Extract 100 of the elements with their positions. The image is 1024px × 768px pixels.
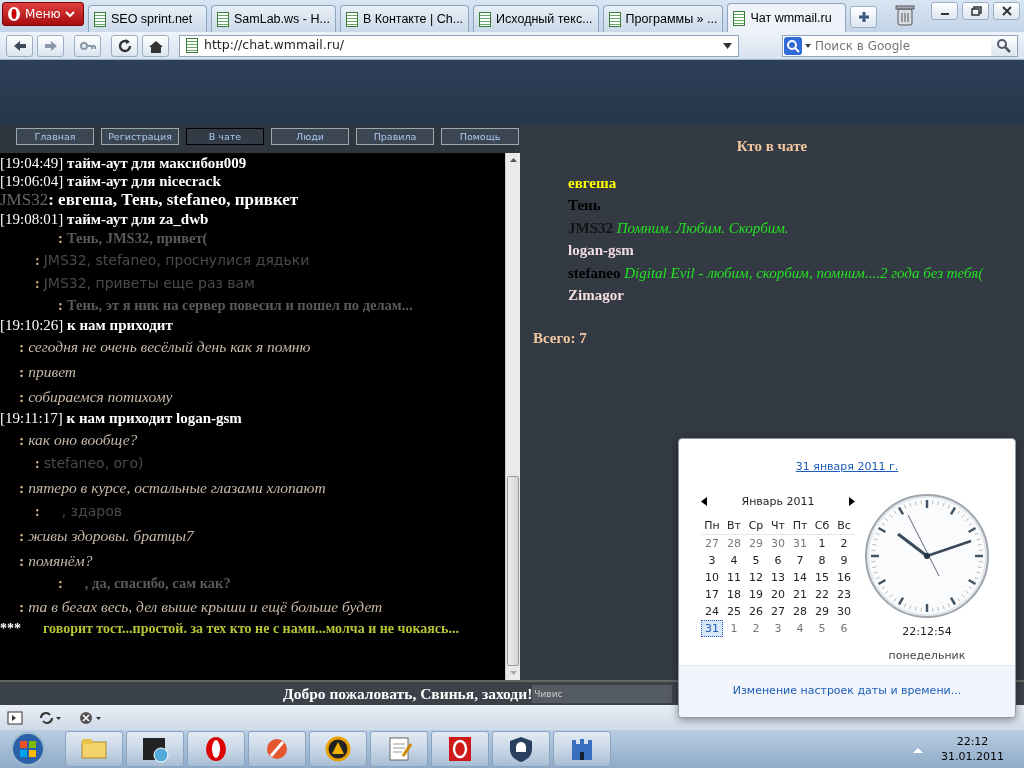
- search-icon[interactable]: [783, 35, 813, 56]
- restore-icon[interactable]: [962, 2, 989, 20]
- previous-month-icon[interactable]: [701, 495, 707, 509]
- calendar-day[interactable]: 10: [701, 569, 723, 586]
- calendar-day[interactable]: 31: [701, 620, 723, 637]
- calendar-day[interactable]: 26: [745, 603, 767, 620]
- user-entry[interactable]: евгеша: [568, 171, 1024, 194]
- minimize-icon[interactable]: [931, 2, 958, 20]
- weekday-label: Пн: [701, 518, 723, 535]
- calendar-day[interactable]: 27: [767, 603, 789, 620]
- calendar-day[interactable]: 30: [767, 535, 789, 552]
- calendar-day[interactable]: 18: [723, 586, 745, 603]
- browser-tab[interactable]: Чат wmmail.ru: [727, 3, 847, 32]
- calendar-day[interactable]: 14: [789, 569, 811, 586]
- search-button[interactable]: [991, 35, 1017, 56]
- calendar-day[interactable]: 9: [833, 552, 855, 569]
- calendar-day[interactable]: 22: [811, 586, 833, 603]
- calendar-day[interactable]: 31: [789, 535, 811, 552]
- calendar-day[interactable]: 3: [701, 552, 723, 569]
- page-icon: [608, 11, 621, 27]
- film-clock-icon[interactable]: [126, 731, 184, 767]
- clock-time: 22:12:54: [902, 623, 952, 640]
- chat-message: : JMS32, приветы еще раз вам: [34, 274, 256, 293]
- calendar-day[interactable]: 1: [811, 535, 833, 552]
- nav-button[interactable]: Правила: [356, 128, 434, 145]
- address-field[interactable]: http://chat.wmmail.ru/: [179, 34, 739, 57]
- calendar-day[interactable]: 7: [789, 552, 811, 569]
- calendar-day[interactable]: 8: [811, 552, 833, 569]
- chat-message: [19:08:01] тайм-аут для za_dwb: [0, 210, 210, 228]
- browser-tab[interactable]: SEO sprint.net: [88, 5, 207, 32]
- chat-message: : , да, спасибо, сам как?: [57, 574, 232, 593]
- page-icon: [733, 10, 746, 26]
- nav-button[interactable]: В чате: [186, 128, 264, 145]
- browser-tab[interactable]: В Контакте | Ch...: [339, 5, 470, 32]
- nav-button[interactable]: Регистрация: [101, 128, 179, 145]
- chat-message: : пятеро в курсе, остальные глазами хлопают: [18, 478, 327, 498]
- calendar-day[interactable]: 15: [811, 569, 833, 586]
- calendar-day[interactable]: 21: [789, 586, 811, 603]
- menu-button[interactable]: Меню: [2, 2, 84, 26]
- calendar-day[interactable]: 19: [745, 586, 767, 603]
- calendar-day[interactable]: 17: [701, 586, 723, 603]
- calendar-day[interactable]: 25: [723, 603, 745, 620]
- weekday-label: Чт: [767, 518, 789, 535]
- nav-button[interactable]: Помощь: [441, 128, 519, 145]
- calendar-day[interactable]: 30: [833, 603, 855, 620]
- browser-tab[interactable]: SamLab.ws - Н...: [211, 5, 336, 32]
- o-ring-icon[interactable]: [431, 731, 489, 767]
- user-entry[interactable]: stefaneo Digital Evil - любим, скорбим, помним....2 года без тебя(: [568, 261, 1024, 284]
- taskbar-clock[interactable]: 22:12 31.01.2011: [941, 734, 1004, 764]
- chat-message: *** говорит тост...простой. за тех кто не с нами...молча и не чокаясь...: [0, 620, 460, 638]
- calendar-day[interactable]: 3: [767, 620, 789, 637]
- user-entry[interactable]: logan-gsm: [568, 239, 1024, 262]
- calendar-day[interactable]: 24: [701, 603, 723, 620]
- browser-tab[interactable]: Программы » ...: [602, 5, 724, 32]
- home-icon[interactable]: [142, 34, 169, 57]
- trash-icon[interactable]: [895, 4, 916, 26]
- message-field[interactable]: Чивис: [532, 684, 673, 703]
- weekday-label: Вс: [833, 518, 855, 535]
- calendar-day[interactable]: 11: [723, 569, 745, 586]
- calendar-day[interactable]: 4: [723, 552, 745, 569]
- calendar-day[interactable]: 12: [745, 569, 767, 586]
- calendar-day[interactable]: 4: [789, 620, 811, 637]
- user-entry[interactable]: Zimagor: [568, 284, 1024, 307]
- castle-icon[interactable]: [553, 731, 611, 767]
- calendar-date-link[interactable]: 31 января 2011 г.: [679, 459, 1015, 476]
- calendar-day[interactable]: 28: [789, 603, 811, 620]
- reload-icon[interactable]: [111, 34, 138, 57]
- chat-message: [19:06:04] тайм-аут для nicecrack: [0, 172, 222, 190]
- calendar-day[interactable]: 5: [811, 620, 833, 637]
- chat-message: : привет: [18, 362, 78, 382]
- calendar-day[interactable]: 2: [833, 535, 855, 552]
- nav-button[interactable]: Главная: [16, 128, 94, 145]
- calendar-day[interactable]: 20: [767, 586, 789, 603]
- start-button[interactable]: [8, 731, 48, 767]
- calendar-day[interactable]: 27: [701, 535, 723, 552]
- browser-tab[interactable]: Исходный текс...: [473, 5, 599, 32]
- calendar-day[interactable]: 29: [811, 603, 833, 620]
- chat-message: : Тень, эт я ник на сервер повесил и пошел по делам...: [57, 296, 414, 315]
- new-tab-button[interactable]: [850, 6, 878, 28]
- chat-message: JMS32: евгеша, Тень, stefaneo, привкет: [0, 190, 300, 210]
- letter-o-icon[interactable]: [187, 731, 245, 767]
- calendar-day[interactable]: 13: [767, 569, 789, 586]
- calendar-day[interactable]: 6: [767, 552, 789, 569]
- key-icon[interactable]: [74, 34, 101, 57]
- search-field[interactable]: Поиск в Google: [782, 34, 1018, 57]
- calendar-day[interactable]: 2: [745, 620, 767, 637]
- nav-button[interactable]: Люди: [271, 128, 349, 145]
- close-icon[interactable]: [993, 2, 1020, 20]
- scrollbar[interactable]: [505, 153, 520, 680]
- calendar-day[interactable]: 28: [723, 535, 745, 552]
- calendar-day[interactable]: 16: [833, 569, 855, 586]
- next-month-icon[interactable]: [849, 495, 855, 509]
- panel-title: Кто в чате: [735, 137, 809, 156]
- calendar-day[interactable]: 1: [723, 620, 745, 637]
- back-icon[interactable]: [6, 34, 33, 57]
- month-title: Январь 2011: [741, 493, 815, 510]
- calendar-day[interactable]: 5: [745, 552, 767, 569]
- calendar-day[interactable]: 6: [833, 620, 855, 637]
- calendar-day[interactable]: 29: [745, 535, 767, 552]
- calendar-day[interactable]: 23: [833, 586, 855, 603]
